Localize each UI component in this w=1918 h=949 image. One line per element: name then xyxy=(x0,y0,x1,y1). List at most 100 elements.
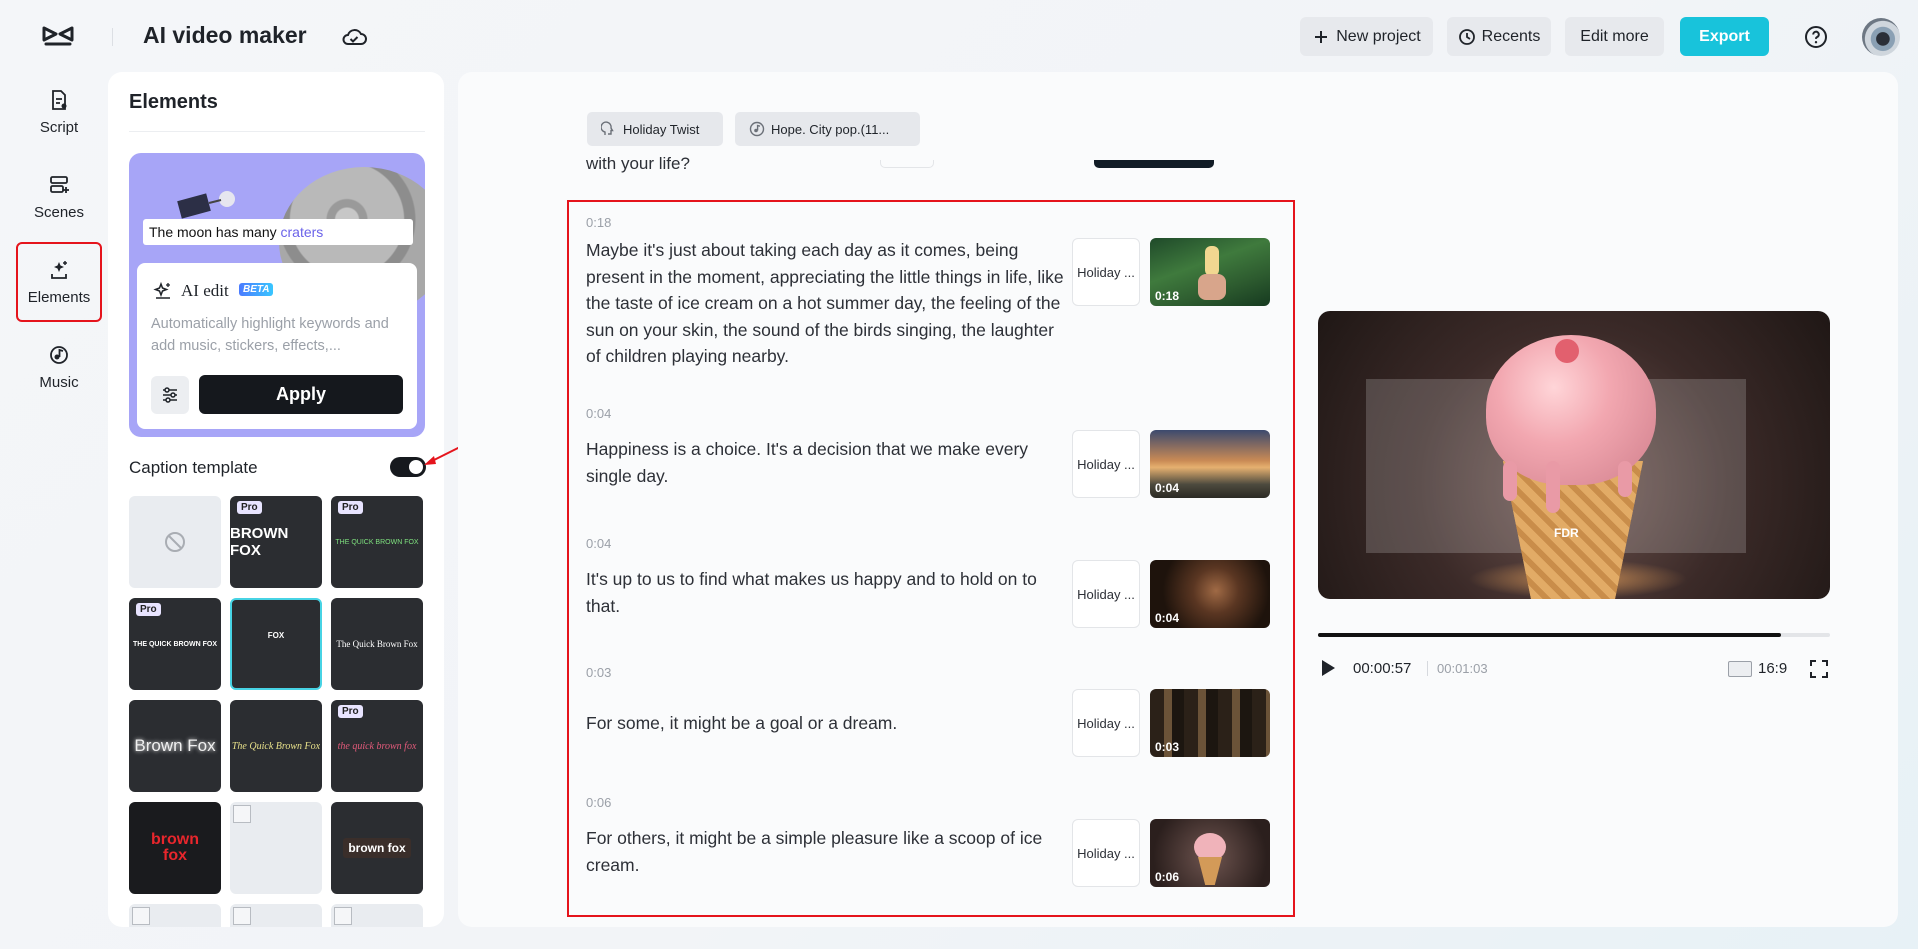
aspect-ratio-icon[interactable] xyxy=(1728,661,1752,677)
caption-template[interactable]: Pro BROWN FOX xyxy=(230,496,322,588)
music-chip-label: Hope. City pop.(11... xyxy=(771,122,889,137)
scene-duration: 0:03 xyxy=(1155,740,1179,754)
ai-edit-settings-button[interactable] xyxy=(151,376,189,414)
caption-template[interactable]: Pro THE QUICK BROWN FOX xyxy=(129,598,221,690)
ai-edit-title: AI edit xyxy=(181,281,229,301)
apply-button[interactable]: Apply xyxy=(199,375,403,414)
video-preview[interactable]: FDR xyxy=(1318,311,1830,599)
plus-icon xyxy=(1312,28,1330,46)
scene-thumbnail[interactable]: 0:03 xyxy=(1150,689,1270,757)
caption-template-none[interactable] xyxy=(129,496,221,588)
scene-thumbnail[interactable]: 0:06 xyxy=(1150,819,1270,887)
sliders-icon xyxy=(160,385,180,405)
no-template-icon xyxy=(163,530,187,554)
template-preview-text: The Quick Brown Fox xyxy=(336,639,417,649)
caption-template-broken-image[interactable] xyxy=(230,802,322,894)
scene-time: 0:04 xyxy=(586,406,611,421)
caption-template[interactable]: brown fox xyxy=(129,802,221,894)
caption-template-broken-image[interactable] xyxy=(230,904,322,927)
fullscreen-icon[interactable] xyxy=(1809,659,1829,679)
script-icon xyxy=(48,89,70,111)
play-icon[interactable] xyxy=(1320,659,1336,677)
caption-template-broken-image[interactable] xyxy=(129,904,221,927)
capcut-logo-icon[interactable] xyxy=(40,20,76,52)
caption-template[interactable]: The Quick Brown Fox xyxy=(331,598,423,690)
elements-icon xyxy=(48,259,70,281)
broken-image-icon xyxy=(233,805,251,823)
total-time: 00:01:03 xyxy=(1437,661,1488,676)
ai-edit-promo-card: The moon has many craters AI edit BETA A… xyxy=(129,153,425,437)
scene-duration: 0:06 xyxy=(1155,870,1179,884)
export-button[interactable]: Export xyxy=(1680,17,1769,56)
template-preview-text: Brown Fox xyxy=(134,736,215,756)
recents-button[interactable]: Recents xyxy=(1447,17,1551,56)
avatar[interactable] xyxy=(1862,18,1900,56)
music-disc-icon xyxy=(749,121,765,137)
edit-more-button[interactable]: Edit more xyxy=(1565,17,1664,56)
caption-template[interactable]: The Quick Brown Fox xyxy=(230,700,322,792)
caption-template[interactable]: brown fox xyxy=(331,802,423,894)
scene-text[interactable]: Happiness is a choice. It's a decision t… xyxy=(586,436,1064,489)
broken-image-icon xyxy=(233,907,251,925)
edit-more-label: Edit more xyxy=(1580,28,1648,46)
ai-edit-description: Automatically highlight keywords and add… xyxy=(151,313,401,357)
scene-text[interactable]: Maybe it's just about taking each day as… xyxy=(586,237,1064,370)
caption-template-selected[interactable]: FOX xyxy=(230,598,322,690)
scene-thumbnail[interactable]: 0:04 xyxy=(1150,430,1270,498)
caption-template-broken-image[interactable] xyxy=(331,904,423,927)
clock-icon xyxy=(1458,28,1476,46)
nav-label: Elements xyxy=(28,289,91,306)
music-chip[interactable]: Hope. City pop.(11... xyxy=(735,112,920,146)
broken-image-icon xyxy=(132,907,150,925)
scene-thumbnail[interactable]: 0:18 xyxy=(1150,238,1270,306)
scenes-icon xyxy=(48,174,70,196)
current-time: 00:00:57 xyxy=(1353,660,1411,677)
page-title: AI video maker xyxy=(143,22,307,49)
nav-script[interactable]: Script xyxy=(16,72,102,152)
promo-caption: The moon has many craters xyxy=(143,219,413,245)
pro-badge: Pro xyxy=(237,501,262,514)
scene-thumbnail[interactable]: 0:04 xyxy=(1150,560,1270,628)
nav-elements[interactable]: Elements xyxy=(16,242,102,322)
previous-scene-thumbnail[interactable] xyxy=(1094,160,1214,168)
promo-caption-keyword: craters xyxy=(281,224,324,240)
cone-illustration xyxy=(1198,857,1222,885)
playback-progress-bar[interactable] xyxy=(1318,633,1830,637)
caption-template[interactable]: Pro THE QUICK BROWN FOX xyxy=(331,496,423,588)
scene-time: 0:04 xyxy=(586,536,611,551)
new-project-button[interactable]: New project xyxy=(1300,17,1433,56)
aspect-ratio-label[interactable]: 16:9 xyxy=(1758,660,1787,677)
caption-template[interactable]: Pro the quick brown fox xyxy=(331,700,423,792)
caption-template[interactable]: Brown Fox xyxy=(129,700,221,792)
scene-duration: 0:04 xyxy=(1155,481,1179,495)
scene-voice-button[interactable]: Holiday ... xyxy=(1072,819,1140,887)
help-icon[interactable] xyxy=(1804,25,1828,49)
nav-music[interactable]: Music xyxy=(16,327,102,407)
top-bar: AI video maker New project Recents Edit … xyxy=(0,0,1918,72)
caption-template-title: Caption template xyxy=(129,458,258,478)
template-preview-text: FOX xyxy=(268,631,284,640)
scene-text[interactable]: It's up to us to find what makes us happ… xyxy=(586,566,1064,619)
music-icon xyxy=(48,344,70,366)
ai-sparkle-icon xyxy=(153,281,173,301)
cloud-sync-icon[interactable] xyxy=(340,25,368,49)
scene-text[interactable]: For others, it might be a simple pleasur… xyxy=(586,825,1064,878)
scene-voice-button[interactable]: Holiday ... xyxy=(1072,238,1140,306)
voice-chip-label: Holiday Twist xyxy=(623,122,699,137)
nav-label: Script xyxy=(40,119,78,136)
recents-label: Recents xyxy=(1482,28,1541,46)
voice-chip[interactable]: Holiday Twist xyxy=(587,112,723,146)
promo-caption-text: The moon has many xyxy=(149,224,281,240)
scene-voice-button[interactable]: Holiday ... xyxy=(1072,430,1140,498)
drip-illustration xyxy=(1546,461,1560,513)
scene-voice-button[interactable]: Holiday ... xyxy=(1072,560,1140,628)
scene-time: 0:03 xyxy=(586,665,611,680)
nav-scenes[interactable]: Scenes xyxy=(16,157,102,237)
template-preview-text: brown fox xyxy=(343,838,410,858)
previous-scene-voice-button[interactable] xyxy=(880,160,934,168)
scene-text[interactable]: For some, it might be a goal or a dream. xyxy=(586,710,1064,737)
drip-illustration xyxy=(1503,461,1517,501)
new-project-label: New project xyxy=(1336,28,1420,46)
scene-voice-button[interactable]: Holiday ... xyxy=(1072,689,1140,757)
ai-edit-card: AI edit BETA Automatically highlight key… xyxy=(137,263,417,429)
